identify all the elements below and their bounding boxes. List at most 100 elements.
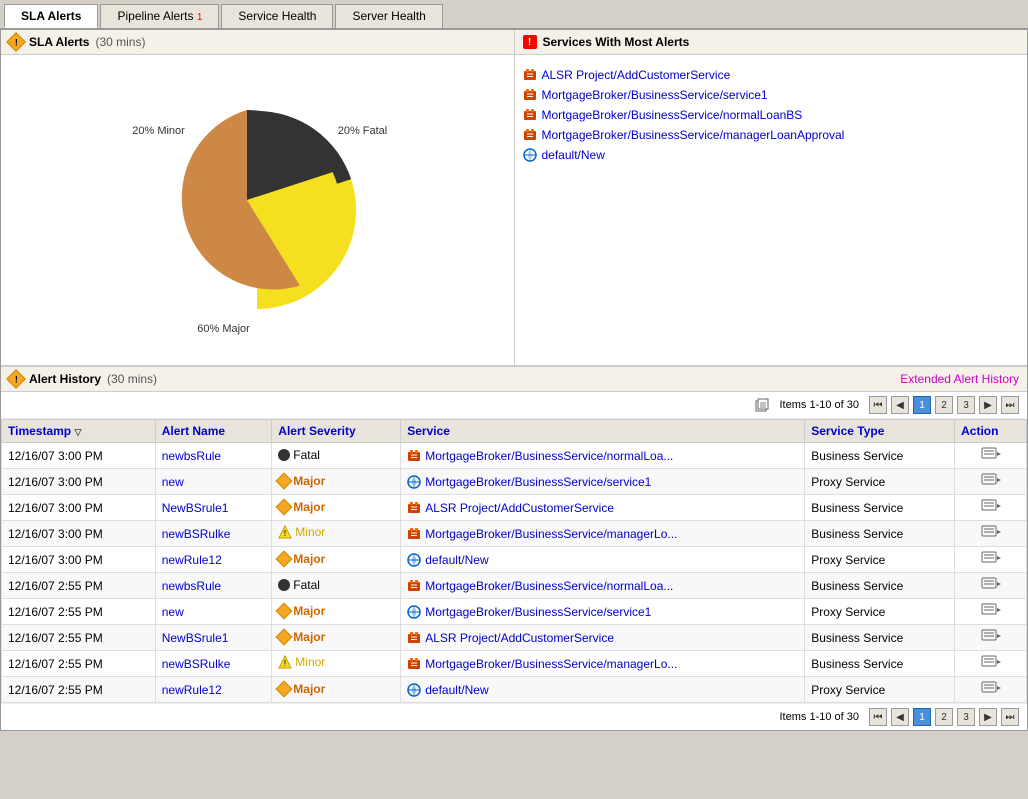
tabs-bar: SLA Alerts Pipeline Alerts 1 Service Hea…	[0, 0, 1028, 29]
alert-name-link[interactable]: newRule12	[162, 553, 222, 567]
pagination-page-2[interactable]: 2	[935, 396, 953, 414]
cell-alert-name: newBSRulke	[155, 651, 272, 677]
cell-service-type: Business Service	[805, 443, 955, 469]
tab-service-health[interactable]: Service Health	[221, 4, 333, 28]
pagination-last-bottom[interactable]: ⏭	[1001, 708, 1019, 726]
cell-service: MortgageBroker/BusinessService/managerLo…	[401, 521, 805, 547]
service-cell-link[interactable]: default/New	[407, 553, 798, 567]
pagination-next-bottom[interactable]: ▶	[979, 708, 997, 726]
action-icon[interactable]	[981, 628, 1001, 644]
tab-server-health-label: Server Health	[352, 9, 425, 23]
action-icon[interactable]	[981, 550, 1001, 566]
cell-action	[955, 469, 1027, 495]
pagination-prev-bottom[interactable]: ◀	[891, 708, 909, 726]
alert-name-link[interactable]: new	[162, 605, 184, 619]
service-cell-link[interactable]: MortgageBroker/BusinessService/normalLoa…	[407, 449, 798, 463]
cell-alert-severity: ! Minor	[272, 651, 401, 677]
cell-service-type: Business Service	[805, 651, 955, 677]
cell-service: default/New	[401, 547, 805, 573]
severity-major: Major	[278, 604, 325, 618]
col-alert-severity-label: Alert Severity	[278, 424, 355, 438]
action-icon[interactable]	[981, 472, 1001, 488]
severity-major: Major	[278, 682, 325, 696]
sla-panel-header: ! SLA Alerts (30 mins)	[1, 30, 514, 55]
table-row: 12/16/07 3:00 PM NewBSrule1 Major ALSR P…	[2, 495, 1027, 521]
list-item: MortgageBroker/BusinessService/normalLoa…	[523, 105, 1020, 125]
pagination-page-2-bottom[interactable]: 2	[935, 708, 953, 726]
service-cell-text: MortgageBroker/BusinessService/normalLoa…	[425, 579, 673, 593]
severity-major: Major	[278, 630, 325, 644]
alert-name-link[interactable]: NewBSrule1	[162, 501, 229, 515]
service-cell-link[interactable]: ALSR Project/AddCustomerService	[407, 631, 798, 645]
service-cell-text: MortgageBroker/BusinessService/managerLo…	[425, 527, 677, 541]
col-header-alert-severity[interactable]: Alert Severity	[272, 420, 401, 443]
service-icon	[523, 108, 537, 122]
severity-major: Major	[278, 500, 325, 514]
cell-service-type: Business Service	[805, 495, 955, 521]
alert-name-link[interactable]: newbsRule	[162, 449, 221, 463]
tab-pipeline-alerts[interactable]: Pipeline Alerts 1	[100, 4, 219, 28]
cell-service: ALSR Project/AddCustomerService	[401, 495, 805, 521]
col-header-service[interactable]: Service	[401, 420, 805, 443]
pagination-bar-bottom: Items 1-10 of 30 ⏮ ◀ 1 2 3 ▶ ⏭	[1, 703, 1027, 730]
pagination-prev[interactable]: ◀	[891, 396, 909, 414]
service-link-3[interactable]: MortgageBroker/BusinessService/managerLo…	[542, 128, 845, 142]
action-icon[interactable]	[981, 524, 1001, 540]
col-header-timestamp[interactable]: Timestamp ▽	[2, 420, 156, 443]
cell-action	[955, 599, 1027, 625]
alert-name-link[interactable]: NewBSrule1	[162, 631, 229, 645]
pagination-last[interactable]: ⏭	[1001, 396, 1019, 414]
pagination-next[interactable]: ▶	[979, 396, 997, 414]
service-cell-link[interactable]: MortgageBroker/BusinessService/managerLo…	[407, 657, 798, 671]
action-icon[interactable]	[981, 446, 1001, 462]
cell-alert-severity: Major	[272, 547, 401, 573]
alert-name-link[interactable]: newBSRulke	[162, 527, 231, 541]
table-row: 12/16/07 2:55 PM new Major MortgageBroke…	[2, 599, 1027, 625]
col-header-alert-name[interactable]: Alert Name	[155, 420, 272, 443]
pagination-page-1[interactable]: 1	[913, 396, 931, 414]
sla-panel-subtitle: (30 mins)	[95, 35, 145, 49]
service-cell-text: ALSR Project/AddCustomerService	[425, 631, 614, 645]
service-cell-link[interactable]: default/New	[407, 683, 798, 697]
tab-sla-alerts[interactable]: SLA Alerts	[4, 4, 98, 28]
svg-text:!: !	[284, 659, 287, 668]
service-icon	[523, 68, 537, 82]
minor-icon: !	[278, 525, 292, 539]
service-link-0[interactable]: ALSR Project/AddCustomerService	[542, 68, 731, 82]
service-cell-link[interactable]: ALSR Project/AddCustomerService	[407, 501, 798, 515]
pagination-page-3-bottom[interactable]: 3	[957, 708, 975, 726]
cell-timestamp: 12/16/07 3:00 PM	[2, 495, 156, 521]
cell-alert-severity: Major	[272, 599, 401, 625]
service-cell-link[interactable]: MortgageBroker/BusinessService/service1	[407, 605, 798, 619]
action-icon[interactable]	[981, 498, 1001, 514]
extended-alert-history-link[interactable]: Extended Alert History	[900, 372, 1019, 386]
services-panel-title: Services With Most Alerts	[543, 35, 690, 49]
service-link-2[interactable]: MortgageBroker/BusinessService/normalLoa…	[542, 108, 803, 122]
pagination-page-3[interactable]: 3	[957, 396, 975, 414]
action-icon[interactable]	[981, 576, 1001, 592]
tab-pipeline-alerts-label: Pipeline Alerts	[117, 9, 193, 23]
alert-name-link[interactable]: new	[162, 475, 184, 489]
tab-server-health[interactable]: Server Health	[335, 4, 442, 28]
service-cell-link[interactable]: MortgageBroker/BusinessService/service1	[407, 475, 798, 489]
business-service-icon	[407, 501, 421, 515]
minor-icon: !	[278, 655, 292, 669]
action-icon[interactable]	[981, 654, 1001, 670]
business-service-icon	[407, 527, 421, 541]
alert-name-link[interactable]: newRule12	[162, 683, 222, 697]
service-cell-link[interactable]: MortgageBroker/BusinessService/managerLo…	[407, 527, 798, 541]
service-link-1[interactable]: MortgageBroker/BusinessService/service1	[542, 88, 768, 102]
service-cell-link[interactable]: MortgageBroker/BusinessService/normalLoa…	[407, 579, 798, 593]
action-icon[interactable]	[981, 602, 1001, 618]
cell-service: ALSR Project/AddCustomerService	[401, 625, 805, 651]
pagination-page-1-bottom[interactable]: 1	[913, 708, 931, 726]
pagination-first-bottom[interactable]: ⏮	[869, 708, 887, 726]
tab-service-health-label: Service Health	[238, 9, 316, 23]
alert-name-link[interactable]: newbsRule	[162, 579, 221, 593]
action-icon[interactable]	[981, 680, 1001, 696]
col-header-service-type[interactable]: Service Type	[805, 420, 955, 443]
service-link-4[interactable]: default/New	[542, 148, 605, 162]
alert-name-link[interactable]: newBSRulke	[162, 657, 231, 671]
pagination-first[interactable]: ⏮	[869, 396, 887, 414]
alert-table-body: 12/16/07 3:00 PM newbsRule Fatal Mortgag…	[2, 443, 1027, 703]
